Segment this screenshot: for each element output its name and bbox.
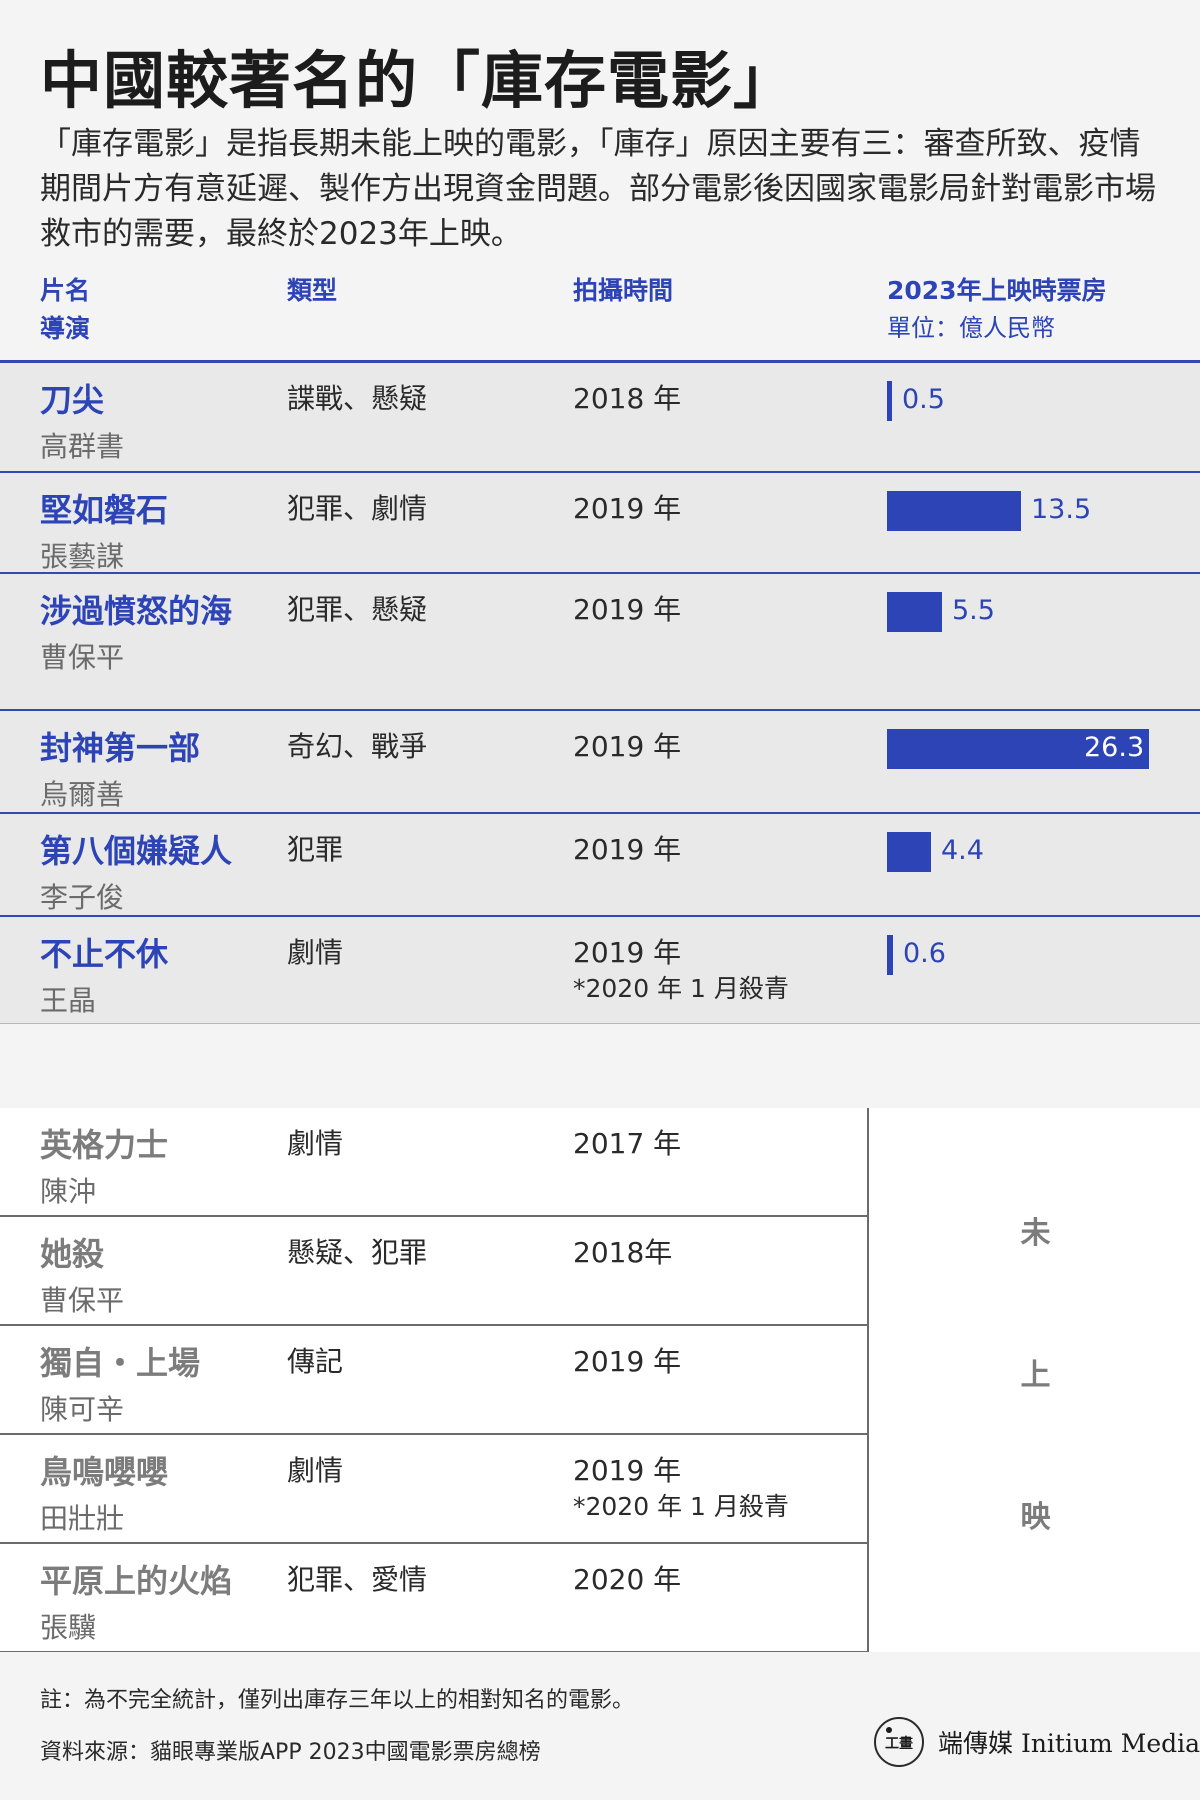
film-director: 張驥 [40,1611,97,1644]
film-genre: 犯罪、劇情 [287,492,428,525]
film-genre: 劇情 [287,1454,344,1487]
footer: 註：為不完全統計，僅列出庫存三年以上的相對知名的電影。 資料來源：貓眼專業版AP… [0,1652,1200,1800]
film-director: 烏爾善 [40,778,125,811]
unreleased-side-panel: 未 上 映 [867,1108,1200,1653]
film-director: 陳可辛 [40,1393,125,1426]
film-genre: 懸疑、犯罪 [287,1236,428,1269]
film-genre: 犯罪、愛情 [287,1563,428,1596]
film-title: 鳥鳴嚶嚶 [40,1453,169,1491]
boxoffice-bar [887,592,942,632]
film-genre: 傳記 [287,1345,344,1378]
boxoffice-value-label: 26.3 [1084,732,1145,763]
film-year: 2017 年 [573,1127,682,1160]
film-genre: 奇幻、戰爭 [287,730,428,763]
film-director: 陳沖 [40,1175,97,1208]
header-director-label: 導演 [40,314,91,343]
header-boxoffice-unit: 單位：億人民幣 [887,314,1055,342]
intro-paragraph: 「庫存電影」是指長期未能上映的電影，「庫存」原因主要有三：審查所致、疫情期間片方… [40,126,1156,252]
table-header: 片名 導演 類型 拍攝時間 2023年上映時票房 單位：億人民幣 [0,262,1200,362]
film-year: 2018年 [573,1236,673,1269]
film-year: 2019 年 [573,936,682,969]
table-row: 封神第一部烏爾善 奇幻、戰爭 2019 年 26.3 [0,711,1200,814]
film-genre: 犯罪、懸疑 [287,593,428,626]
header-title-director: 片名 導演 [40,272,90,348]
film-director: 王晶 [40,984,97,1017]
footnote: 註：為不完全統計，僅列出庫存三年以上的相對知名的電影。 [40,1688,635,1713]
table-row: 獨自・上場陳可辛 傳記 2019 年 [0,1326,867,1435]
film-year: 2020 年 [573,1563,682,1596]
film-title: 刀尖 [40,381,105,419]
film-genre: 諜戰、懸疑 [287,382,428,415]
unreleased-side-char: 映 [1020,1500,1051,1535]
film-director: 曹保平 [40,641,125,674]
boxoffice-value-label: 0.6 [903,938,946,969]
boxoffice-value-label: 4.4 [941,835,984,866]
boxoffice-bar [887,935,893,975]
boxoffice-value-label: 5.5 [952,595,995,626]
unreleased-side-char: 上 [1020,1358,1051,1393]
header-boxoffice: 2023年上映時票房 單位：億人民幣 [887,272,1107,346]
film-note: *2020 年 1 月殺青 [573,974,789,1003]
unreleased-side-char: 未 [1020,1216,1051,1251]
table-row: 涉過憤怒的海曹保平 犯罪、懸疑 2019 年 5.5 [0,574,1200,711]
film-title: 第八個嫌疑人 [40,832,233,870]
film-director: 李子俊 [40,881,125,914]
boxoffice-bar [887,491,1021,531]
header-genre-label: 類型 [287,276,338,305]
table-row: 英格力士陳沖 劇情 2017 年 [0,1108,867,1217]
film-director: 曹保平 [40,1284,125,1317]
brand-name: 端傳媒 Initium Media [938,1729,1200,1758]
boxoffice-bar [887,381,892,421]
unreleased-rows: 英格力士 陳沖 劇情 2017 年她殺 曹保平 懸疑、犯罪 2018年 獨自・上場 陳可辛 傳記 2… [0,1108,1200,1653]
film-year: 2019 年 [573,1454,682,1487]
film-year: 2019 年 [573,1345,682,1378]
table-row: 不止不休王晶 劇情 2019 年 *2020 年 1 月殺青 0.6 [0,917,1200,1024]
boxoffice-value-label: 13.5 [1031,494,1092,525]
film-title: 堅如磐石 [40,491,169,529]
film-title: 獨自・上場 [40,1344,201,1382]
film-genre: 劇情 [287,936,344,969]
table-row: 堅如磐石張藝謀 犯罪、劇情 2019 年 13.5 [0,473,1200,574]
infographic-page: 中國較著名的「庫存電影」 「庫存電影」是指長期未能上映的電影，「庫存」原因主要有… [0,0,1200,1800]
film-genre: 犯罪 [287,833,344,866]
table-row: 第八個嫌疑人李子俊 犯罪 2019 年 4.4 [0,814,1200,917]
film-year: 2019 年 [573,492,682,525]
film-title: 英格力士 [40,1126,169,1164]
header-boxoffice-label: 2023年上映時票房 [887,276,1107,305]
boxoffice-value-label: 0.5 [902,384,945,415]
film-year: 2019 年 [573,730,682,763]
logo-mark: 工畫 [885,1736,913,1752]
released-rows: 刀尖高群書 諜戰、懸疑 2018 年 0.5 堅如磐石張藝謀 犯罪、劇情 2019 年 13.… [0,363,1200,1024]
film-director: 張藝謀 [40,540,125,573]
table-row: 她殺曹保平 懸疑、犯罪 2018年 [0,1217,867,1326]
table-row: 刀尖高群書 諜戰、懸疑 2018 年 0.5 [0,363,1200,473]
film-genre: 劇情 [287,1127,344,1160]
table-row: 鳥鳴嚶嚶田壯壯 劇情 2019 年 *2020 年 1 月殺青 [0,1435,867,1544]
boxoffice-bar [887,832,931,872]
header-year-label: 拍攝時間 [573,276,674,305]
film-director: 田壯壯 [40,1502,125,1535]
film-year: 2018 年 [573,382,682,415]
source-note: 資料來源：貓眼專業版APP 2023中國電影票房總榜 [40,1740,541,1765]
film-year: 2019 年 [573,833,682,866]
film-title: 平原上的火焰 [40,1562,233,1600]
brand-logo-icon: 工畫 [874,1717,924,1767]
film-year: 2019 年 [573,593,682,626]
film-title: 涉過憤怒的海 [40,592,233,630]
film-note: *2020 年 1 月殺青 [573,1492,789,1521]
page-title: 中國較著名的「庫存電影」 [40,44,797,117]
header-title-label: 片名 [40,276,91,305]
film-director: 高群書 [40,430,125,463]
film-title: 她殺 [40,1235,105,1273]
film-title: 封神第一部 [40,729,201,767]
logo-dot [886,1727,892,1733]
table-row: 平原上的火焰張驥 犯罪、愛情 2020 年 [0,1544,867,1653]
film-title: 不止不休 [40,935,169,973]
